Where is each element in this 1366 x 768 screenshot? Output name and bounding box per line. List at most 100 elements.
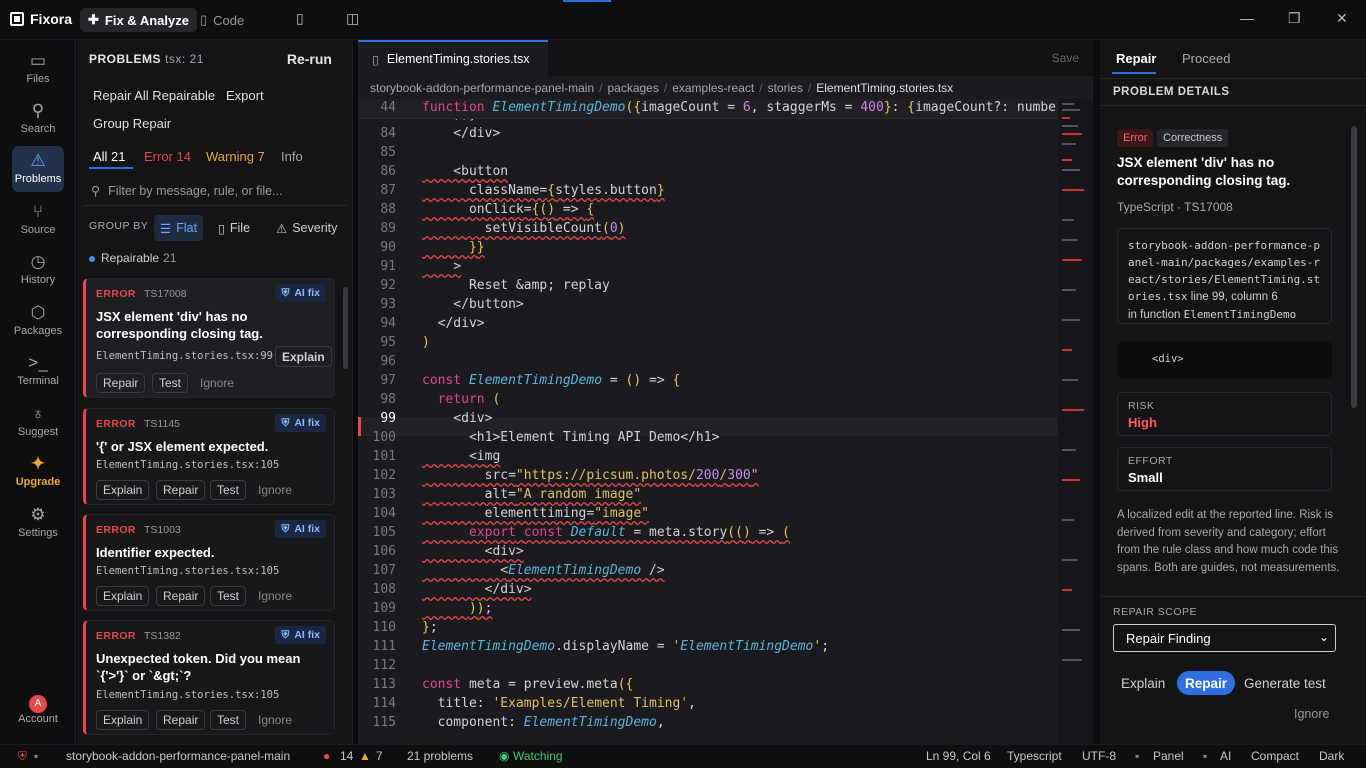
ignore-button[interactable]: Ignore xyxy=(200,376,234,390)
account-button[interactable]: A Account xyxy=(12,686,64,732)
activity-terminal[interactable]: >_ Terminal xyxy=(12,348,64,394)
ignore-button[interactable]: Ignore xyxy=(258,589,292,603)
status-compact[interactable]: Compact xyxy=(1251,749,1299,763)
activity-search[interactable]: ⚲ Search xyxy=(12,96,64,142)
repair-scope-select[interactable]: Repair Finding ⌄ xyxy=(1113,624,1336,652)
card-file[interactable]: ElementTiming.stories.tsx:105 xyxy=(96,459,279,471)
group-repair-button[interactable]: Group Repair xyxy=(93,116,171,131)
status-ai-toggle[interactable]: AI xyxy=(1220,749,1231,763)
repair-all-button[interactable]: Repair All Repairable xyxy=(93,88,215,103)
status-panel-toggle[interactable]: Panel xyxy=(1153,749,1184,763)
card-file[interactable]: ElementTiming.stories.tsx:105 xyxy=(96,689,279,701)
breadcrumb-item[interactable]: packages xyxy=(607,81,658,95)
problem-location[interactable]: storybook-addon-performance-panel-main/p… xyxy=(1117,228,1332,324)
problems-scrollbar[interactable] xyxy=(343,287,348,369)
group-flat-button[interactable]: ☰ Flat xyxy=(154,215,204,241)
explain-button[interactable]: Explain xyxy=(96,710,150,730)
explain-button[interactable]: Explain xyxy=(96,586,150,606)
problem-card[interactable]: ERROR TS1382 ⛨ AI fix Unexpected token. D… xyxy=(83,620,335,735)
filter-input[interactable]: ⚲ Filter by message, rule, or file... xyxy=(83,176,347,206)
filter-info[interactable]: Info xyxy=(281,149,303,164)
test-button[interactable]: Test xyxy=(152,373,189,393)
repair-button[interactable]: Repair xyxy=(96,373,146,393)
explain-button[interactable]: Explain xyxy=(1121,671,1165,695)
code-line: </div> xyxy=(422,582,532,597)
sticky-scroll-line[interactable]: 44 function ElementTimingDemo({imageCount… xyxy=(358,99,1058,119)
filter-warning[interactable]: Warning 7 xyxy=(206,149,265,164)
repair-button[interactable]: Repair xyxy=(156,480,206,500)
repairable-group-header[interactable]: Repairable 21 xyxy=(89,251,176,265)
tab-fix-analyze[interactable]: ✚ Fix & Analyze xyxy=(80,8,197,32)
ai-fix-badge[interactable]: ⛨ AI fix xyxy=(275,520,326,538)
test-button[interactable]: Test xyxy=(210,586,247,606)
tab-code[interactable]: ▯ Code xyxy=(192,8,252,32)
tab-proceed[interactable]: Proceed xyxy=(1182,51,1230,66)
repair-button[interactable]: Repair xyxy=(156,710,206,730)
test-button[interactable]: Test xyxy=(210,480,247,500)
activity-suggest[interactable]: ♁ Suggest xyxy=(12,399,64,445)
status-encoding[interactable]: UTF-8 xyxy=(1082,749,1116,763)
filter-error[interactable]: Error 14 xyxy=(144,149,191,164)
location-function: ElementTimingDemo xyxy=(1183,308,1297,321)
group-severity-button[interactable]: ⚠ Severity xyxy=(270,215,343,241)
explain-button[interactable]: Explain xyxy=(96,480,150,500)
breadcrumb-item[interactable]: stories xyxy=(768,81,803,95)
status-project[interactable]: storybook-addon-performance-panel-main xyxy=(66,749,290,763)
problem-card[interactable]: ERROR TS1145 ⛨ AI fix '{' or JSX element … xyxy=(83,408,335,505)
toggle-right-panel-icon[interactable]: ◫ xyxy=(346,10,359,27)
explain-button[interactable]: Explain xyxy=(275,346,332,367)
activity-files[interactable]: ▭ Files xyxy=(12,46,64,92)
test-button[interactable]: Test xyxy=(210,710,247,730)
card-file[interactable]: ElementTiming.stories.tsx:105 xyxy=(96,565,279,577)
maximize-icon[interactable]: ❐ xyxy=(1288,10,1301,27)
filter-active-underline xyxy=(89,167,133,169)
export-button[interactable]: Export xyxy=(226,88,264,103)
activity-upgrade[interactable]: ✦ Upgrade xyxy=(12,449,64,495)
ignore-button[interactable]: Ignore xyxy=(258,483,292,497)
close-icon[interactable]: ✕ xyxy=(1336,10,1348,27)
tab-repair[interactable]: Repair xyxy=(1116,51,1156,66)
breadcrumb-item[interactable]: ElementTiming.stories.tsx xyxy=(816,81,953,95)
activity-source[interactable]: ⑂ Source xyxy=(12,197,64,243)
repair-button[interactable]: Repair xyxy=(156,586,206,606)
ai-fix-badge[interactable]: ⛨ AI fix xyxy=(275,626,326,644)
group-file-button[interactable]: ▯ File xyxy=(212,215,256,241)
details-scrollbar[interactable] xyxy=(1351,126,1357,408)
activity-problems[interactable]: ⚠ Problems xyxy=(12,146,64,192)
minimap-line xyxy=(1062,133,1082,135)
breadcrumb-item[interactable]: storybook-addon-performance-panel-main xyxy=(370,81,594,95)
code-line: </div> xyxy=(422,316,485,331)
status-theme[interactable]: Dark xyxy=(1319,749,1344,763)
activity-history[interactable]: ◷ History xyxy=(12,247,64,293)
ai-fix-badge[interactable]: ⛨ AI fix xyxy=(275,284,326,302)
activity-settings[interactable]: ⚙ Settings xyxy=(12,500,64,546)
toggle-left-panel-icon[interactable]: ▯ xyxy=(296,10,304,27)
save-button[interactable]: Save xyxy=(1052,51,1079,65)
ai-fix-badge[interactable]: ⛨ AI fix xyxy=(275,414,326,432)
warning-icon: ⚠ xyxy=(276,221,288,236)
generate-test-button[interactable]: Generate test xyxy=(1244,671,1326,695)
minimap[interactable] xyxy=(1058,99,1093,744)
ignore-button[interactable]: Ignore xyxy=(258,713,292,727)
shield-icon: ⛨ xyxy=(281,628,290,641)
status-watching[interactable]: Watching xyxy=(513,749,563,763)
status-warnings[interactable]: 7 xyxy=(376,749,383,763)
breadcrumb-item[interactable]: examples-react xyxy=(672,81,754,95)
filter-all[interactable]: All 21 xyxy=(93,149,126,164)
editor-tab[interactable]: ▯ ElementTiming.stories.tsx xyxy=(358,40,548,76)
minimize-icon[interactable]: — xyxy=(1240,10,1254,26)
problem-card[interactable]: ERROR TS1003 ⛨ AI fix Identifier expected… xyxy=(83,514,335,611)
code-area[interactable]: 83 ))}84 </div>8586 <button87 className=… xyxy=(358,99,1058,744)
status-problems[interactable]: 21 problems xyxy=(407,749,473,763)
rerun-button[interactable]: Re-run xyxy=(287,51,332,67)
status-cursor-position[interactable]: Ln 99, Col 6 xyxy=(926,749,991,763)
problem-card[interactable]: ERROR TS17008 ⛨ AI fix JSX element 'div' … xyxy=(83,278,335,398)
card-file[interactable]: ElementTiming.stories.tsx:99 xyxy=(96,350,273,362)
activity-packages[interactable]: ⬡ Packages xyxy=(12,298,64,344)
ignore-button[interactable]: Ignore xyxy=(1294,702,1329,726)
status-language[interactable]: Typescript xyxy=(1007,749,1062,763)
repair-button[interactable]: Repair xyxy=(1177,671,1236,695)
status-errors[interactable]: 14 xyxy=(340,749,353,763)
activity-label: Suggest xyxy=(17,426,59,438)
line-number: 94 xyxy=(380,316,396,331)
